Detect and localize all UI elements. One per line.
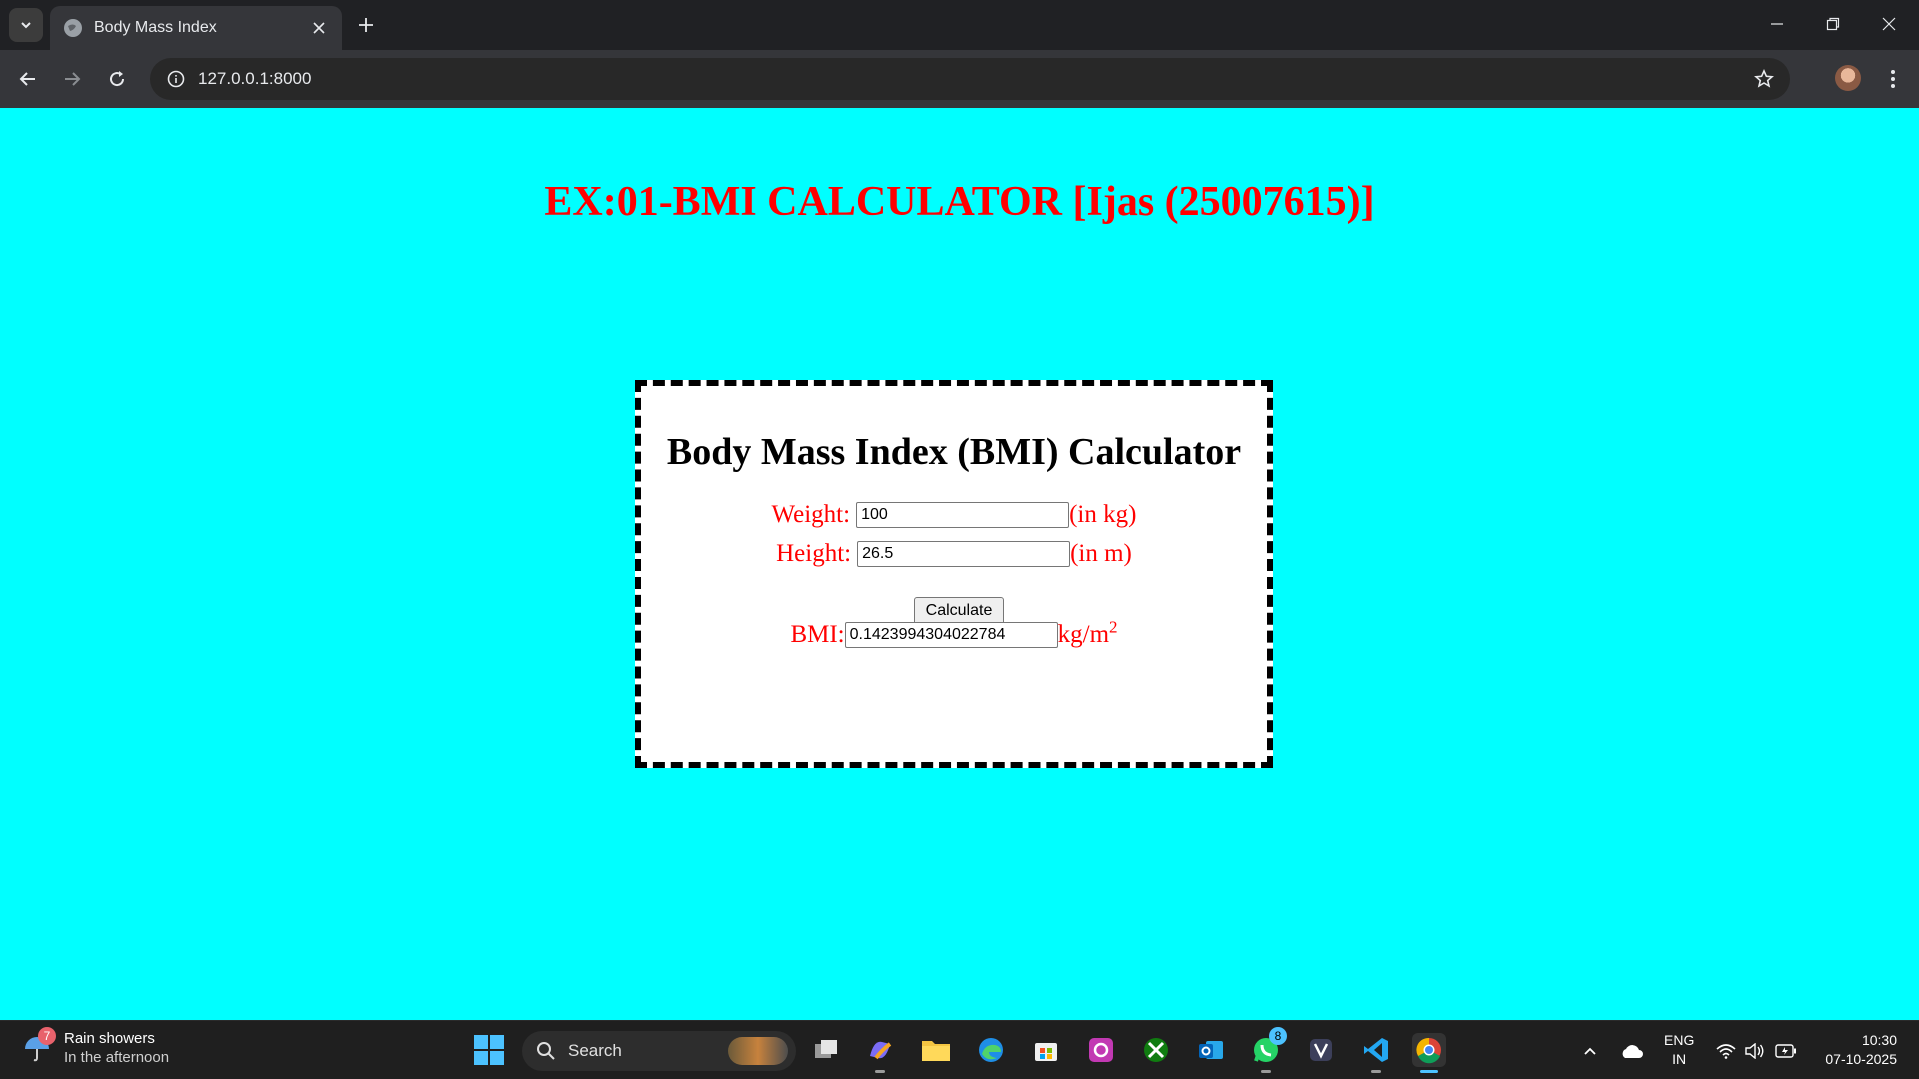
minimize-icon bbox=[1771, 23, 1783, 25]
info-icon[interactable] bbox=[162, 65, 190, 93]
battery-icon[interactable] bbox=[1775, 1021, 1797, 1079]
more-vert-icon bbox=[1891, 70, 1895, 88]
height-row: Height: (in m) bbox=[641, 540, 1267, 568]
chevron-up-icon bbox=[1584, 1047, 1596, 1055]
task-view-button[interactable] bbox=[809, 1033, 843, 1067]
restore-icon bbox=[1826, 17, 1840, 31]
task-view-icon bbox=[815, 1040, 837, 1058]
bmi-calculator-box: Body Mass Index (BMI) Calculator Weight:… bbox=[635, 380, 1273, 768]
height-unit: (in m) bbox=[1070, 540, 1132, 567]
search-label: Search bbox=[568, 1041, 622, 1060]
outlook-app[interactable] bbox=[1194, 1033, 1228, 1067]
restore-button[interactable] bbox=[1806, 4, 1860, 44]
photos-icon bbox=[1089, 1038, 1113, 1062]
tab-search-button[interactable] bbox=[9, 8, 43, 42]
height-label: Height: bbox=[776, 540, 852, 567]
bmi-label: BMI: bbox=[790, 621, 845, 648]
weather-badge: 7 bbox=[38, 1026, 56, 1045]
weather-title: Rain showers bbox=[64, 1030, 155, 1047]
back-button[interactable] bbox=[12, 63, 44, 95]
whatsapp-badge: 8 bbox=[1269, 1027, 1287, 1045]
copilot-app[interactable] bbox=[863, 1033, 897, 1073]
file-explorer-app[interactable] bbox=[919, 1033, 953, 1067]
bmi-unit: kg/m2 bbox=[1057, 617, 1118, 649]
height-input[interactable] bbox=[857, 541, 1071, 567]
search-icon bbox=[537, 1042, 555, 1060]
store-icon bbox=[1035, 1043, 1057, 1061]
globe-icon bbox=[64, 19, 82, 37]
address-bar[interactable]: 127.0.0.1:8000 bbox=[150, 58, 1790, 100]
whatsapp-app[interactable]: 8 bbox=[1249, 1027, 1287, 1073]
photos-app[interactable] bbox=[1084, 1033, 1118, 1067]
minimize-button[interactable] bbox=[1750, 4, 1804, 44]
reload-button[interactable] bbox=[101, 63, 133, 95]
close-tab-icon[interactable] bbox=[308, 17, 330, 39]
edge-app[interactable] bbox=[974, 1033, 1008, 1067]
store-app[interactable] bbox=[1029, 1033, 1063, 1067]
weight-row: Weight: (in kg) bbox=[641, 501, 1267, 529]
umbrella-icon: 7 bbox=[22, 1026, 56, 1063]
chrome-app[interactable] bbox=[1412, 1033, 1446, 1073]
browser-toolbar: 127.0.0.1:8000 bbox=[0, 50, 1919, 108]
new-tab-button[interactable] bbox=[352, 11, 380, 39]
page-title: EX:01-BMI CALCULATOR [Ijas (25007615)] bbox=[544, 179, 1375, 225]
vscode-icon bbox=[1364, 1038, 1388, 1062]
system-clock[interactable]: 10:30 07-10-2025 bbox=[1825, 1031, 1897, 1069]
clock-date: 07-10-2025 bbox=[1825, 1051, 1897, 1067]
calculator-heading: Body Mass Index (BMI) Calculator bbox=[666, 431, 1242, 473]
url-text: 127.0.0.1:8000 bbox=[198, 69, 312, 88]
forward-button[interactable] bbox=[56, 63, 88, 95]
language-indicator[interactable]: ENG IN bbox=[1664, 1031, 1694, 1069]
tab-strip: Body Mass Index bbox=[0, 0, 1919, 50]
clock-time: 10:30 bbox=[1861, 1032, 1897, 1048]
bmi-output[interactable] bbox=[844, 622, 1058, 648]
copilot-icon bbox=[870, 1041, 892, 1060]
chevron-down-icon bbox=[21, 22, 31, 29]
show-hidden-icons-button[interactable] bbox=[1582, 1021, 1598, 1079]
weather-subtitle: In the afternoon bbox=[64, 1049, 170, 1066]
edge-icon bbox=[979, 1038, 1003, 1062]
bmi-unit-superscript: 2 bbox=[1109, 617, 1118, 637]
profile-avatar[interactable] bbox=[1835, 65, 1861, 91]
reload-icon bbox=[110, 71, 125, 87]
lang-line1: ENG bbox=[1664, 1032, 1695, 1048]
arrow-right-icon bbox=[65, 72, 81, 86]
wifi-icon[interactable] bbox=[1716, 1021, 1736, 1079]
close-icon bbox=[1882, 17, 1896, 31]
search-highlight-image bbox=[728, 1037, 788, 1065]
taskbar-search[interactable]: Search bbox=[522, 1031, 796, 1071]
volume-icon[interactable] bbox=[1745, 1021, 1765, 1079]
lang-line2: IN bbox=[1672, 1051, 1687, 1067]
close-window-button[interactable] bbox=[1862, 4, 1916, 44]
chrome-icon bbox=[1416, 1037, 1441, 1064]
bmi-row: BMI: kg/m2 bbox=[641, 617, 1267, 649]
weight-unit: (in kg) bbox=[1069, 501, 1137, 528]
tab-title: Body Mass Index bbox=[94, 19, 217, 36]
folder-icon bbox=[922, 1041, 950, 1061]
xbox-app[interactable] bbox=[1139, 1033, 1173, 1067]
xbox-icon bbox=[1144, 1038, 1168, 1062]
bookmark-star-icon[interactable] bbox=[1750, 65, 1778, 93]
windows-logo-icon bbox=[474, 1035, 488, 1049]
plus-icon bbox=[359, 18, 373, 32]
taskbar: 7 Rain showers In the afternoon Search 8… bbox=[0, 1020, 1919, 1079]
weight-input[interactable] bbox=[856, 502, 1070, 528]
vpn-app[interactable] bbox=[1304, 1033, 1338, 1067]
onedrive-icon[interactable] bbox=[1620, 1021, 1644, 1079]
outlook-icon bbox=[1199, 1041, 1223, 1059]
app-shield-icon bbox=[1310, 1039, 1332, 1061]
browser-menu-button[interactable] bbox=[1877, 63, 1909, 95]
bmi-unit-text: kg/m bbox=[1057, 621, 1110, 648]
page-viewport: EX:01-BMI CALCULATOR [Ijas (25007615)] B… bbox=[0, 108, 1919, 1020]
arrow-left-icon bbox=[19, 72, 35, 86]
browser-tab[interactable]: Body Mass Index bbox=[50, 6, 342, 50]
weather-widget[interactable]: 7 Rain showers In the afternoon bbox=[22, 1026, 170, 1066]
vscode-app[interactable] bbox=[1359, 1033, 1393, 1073]
start-button[interactable] bbox=[474, 1035, 504, 1065]
weight-label: Weight: bbox=[771, 501, 851, 528]
